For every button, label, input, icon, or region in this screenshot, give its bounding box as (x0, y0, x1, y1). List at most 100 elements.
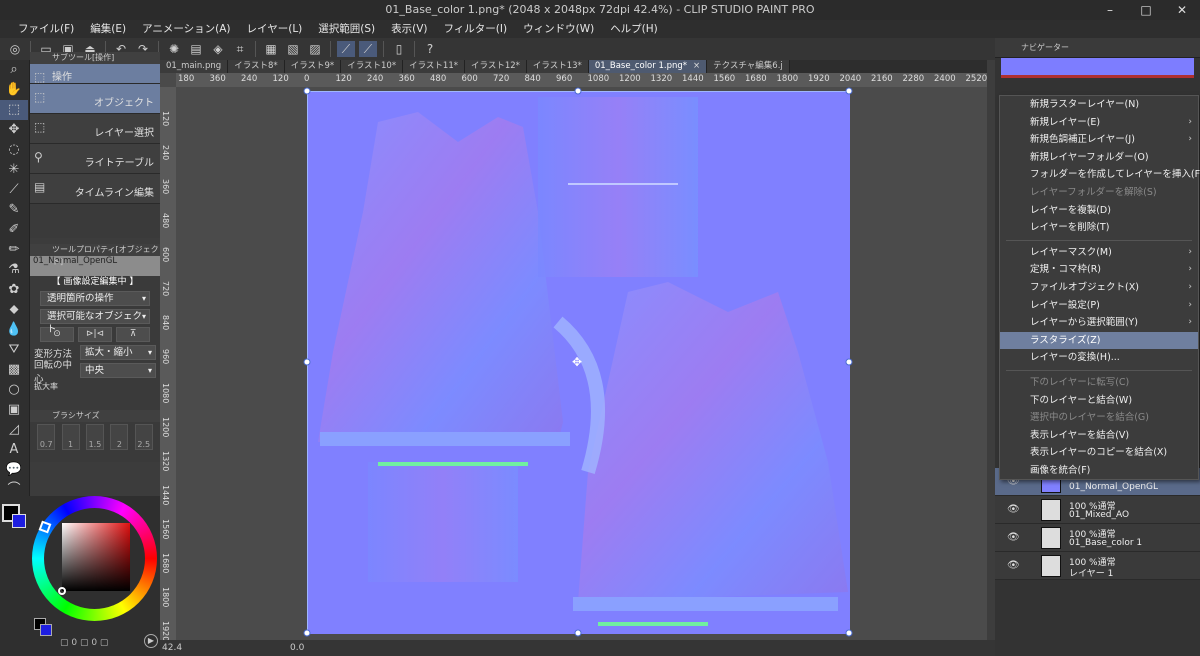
menu-filter[interactable]: フィルター(I) (436, 20, 516, 38)
context-menu-item[interactable]: 下のレイヤーと結合(W) (1000, 392, 1198, 410)
navigator-preview[interactable] (1001, 58, 1194, 78)
tab-close-icon[interactable]: × (693, 61, 700, 71)
menu-layer[interactable]: レイヤー(L) (239, 20, 311, 38)
transform-handle[interactable] (845, 87, 853, 95)
brush-size-preset[interactable]: 0.7 (37, 424, 56, 450)
tab-document[interactable]: イラスト12* (465, 60, 527, 73)
tab-document[interactable]: イラスト8* (228, 60, 285, 73)
eyedropper-tool-icon[interactable]: ⟋ (0, 180, 28, 200)
crop-icon[interactable]: ⌗ (231, 41, 249, 57)
rotate-reset-button[interactable]: ⊙ (40, 327, 74, 342)
context-menu-item[interactable]: レイヤーから選択範囲(Y) › (1000, 314, 1198, 332)
help-icon[interactable]: ? (421, 41, 439, 57)
canvas-viewport[interactable]: ✥ (176, 87, 995, 647)
context-menu-item[interactable]: 新規ラスターレイヤー(N) (1000, 96, 1198, 114)
tab-document[interactable]: テクスチャ編集6.j (707, 60, 790, 73)
maximize-button[interactable]: □ (1128, 0, 1164, 20)
eye-icon[interactable]: 👁 (1007, 532, 1020, 543)
invert-selection-icon[interactable]: ▨ (306, 41, 324, 57)
context-menu-item[interactable]: 表示レイヤーのコピーを結合(X) (1000, 444, 1198, 462)
layer-row[interactable]: 👁 100 %通常 レイヤー 1 (995, 552, 1200, 580)
saturation-value-square[interactable] (62, 523, 130, 591)
transparent-color-icon[interactable]: ▢ 0 ▢ 0 ▢ (60, 638, 108, 648)
brush-size-preset[interactable]: 1.5 (85, 424, 104, 450)
play-icon[interactable]: ▶ (144, 634, 158, 648)
zoom-tool-icon[interactable]: ⌕ (0, 60, 28, 80)
selection-tool-icon[interactable]: ◌ (0, 140, 28, 160)
eraser-tool-icon[interactable]: ⬥ (0, 300, 28, 320)
menu-window[interactable]: ウィンドウ(W) (515, 20, 602, 38)
clear-icon[interactable]: ✺ (165, 41, 183, 57)
balloon-tool-icon[interactable]: 💬 (0, 460, 28, 480)
zoom-level[interactable]: 42.4 (162, 640, 182, 656)
menu-animation[interactable]: アニメーション(A) (134, 20, 238, 38)
tab-document[interactable]: 01_main.png (160, 60, 229, 73)
pencil-tool-icon[interactable]: ✐ (0, 220, 28, 240)
transform-handle[interactable] (845, 358, 853, 366)
snap-ruler-icon[interactable]: ⟋ (337, 41, 355, 57)
fill-tool-icon[interactable]: ⛛ (0, 340, 28, 360)
frame-tool-icon[interactable]: ▣ (0, 400, 28, 420)
context-menu-item[interactable]: 新規色調補正レイヤー(J) › (1000, 131, 1198, 149)
pivot-dropdown[interactable]: 中央 (80, 363, 156, 378)
pen-tool-icon[interactable]: ✎ (0, 200, 28, 220)
transform-dropdown[interactable]: 拡大・縮小 (80, 345, 156, 360)
decoration-tool-icon[interactable]: ✿ (0, 280, 28, 300)
color-picker-marker[interactable] (58, 587, 66, 595)
brush-size-preset[interactable]: 2 (110, 424, 129, 450)
menu-file[interactable]: ファイル(F) (10, 20, 82, 38)
tab-document-active[interactable]: 01_Base_color 1.png* × (588, 60, 708, 73)
blend-tool-icon[interactable]: 💧 (0, 320, 28, 340)
context-menu-item[interactable]: 新規レイヤーフォルダー(O) (1000, 149, 1198, 167)
brush-tool-icon[interactable]: ✏ (0, 240, 28, 260)
hand-tool-icon[interactable]: ✋ (0, 80, 28, 100)
rotation-angle[interactable]: 0.0 (290, 640, 304, 656)
transform-handle[interactable] (574, 87, 582, 95)
subtool-light-table[interactable]: ⚲ ライトテーブル (30, 144, 160, 174)
auto-select-tool-icon[interactable]: ✳ (0, 160, 28, 180)
context-menu-item[interactable]: ラスタライズ(Z) (1000, 331, 1198, 350)
layer-row[interactable]: 👁 100 %通常 01_Mixed_AO (995, 496, 1200, 524)
context-menu-item[interactable]: 画像を統合(F) (1000, 462, 1198, 480)
ruler-tool-icon[interactable]: ◿ (0, 420, 28, 440)
gradient-tool-icon[interactable]: ▩ (0, 360, 28, 380)
clip-studio-icon[interactable]: ◎ (6, 41, 24, 57)
layer-row[interactable]: 👁 100 %通常 01_Base_color 1 (995, 524, 1200, 552)
context-menu-item[interactable]: レイヤーを複製(D) (1000, 202, 1198, 220)
transform-handle[interactable] (574, 629, 582, 637)
eye-icon[interactable]: 👁 (1007, 560, 1020, 571)
background-color-icon[interactable] (40, 624, 52, 636)
menu-edit[interactable]: 編集(E) (82, 20, 134, 38)
layer-name[interactable]: 01_Base_color 1 (1069, 538, 1142, 548)
airbrush-tool-icon[interactable]: ⚗ (0, 260, 28, 280)
transform-handle[interactable] (303, 629, 311, 637)
layer-name[interactable]: 01_Normal_OpenGL (1069, 482, 1158, 492)
minimize-button[interactable]: – (1092, 0, 1128, 20)
context-menu-item[interactable]: レイヤーを削除(T) (1000, 219, 1198, 237)
tab-document[interactable]: イラスト13* (526, 60, 589, 73)
layer-name[interactable]: 01_Mixed_AO (1069, 510, 1129, 520)
flip-vertical-button[interactable]: ⊼ (116, 327, 150, 342)
text-tool-icon[interactable]: A (0, 440, 28, 460)
context-menu-item[interactable]: フォルダーを作成してレイヤーを挿入(F) (1000, 166, 1200, 184)
canvas-vertical-scrollbar[interactable] (987, 60, 995, 640)
context-menu-item[interactable]: ファイルオブジェクト(X) › (1000, 279, 1198, 297)
transparent-op-dropdown[interactable]: 透明箇所の操作 (40, 291, 150, 306)
fill-icon[interactable]: ▤ (187, 41, 205, 57)
operation-tool-icon[interactable]: ⬚ (0, 100, 28, 120)
deselect-icon[interactable]: ▧ (284, 41, 302, 57)
context-menu-item[interactable]: 表示レイヤーを結合(V) (1000, 427, 1198, 445)
menu-selection[interactable]: 選択範囲(S) (310, 20, 383, 38)
layer-name[interactable]: レイヤー 1 (1069, 566, 1113, 579)
context-menu-item[interactable]: レイヤーの変換(H)... (1000, 349, 1198, 367)
close-button[interactable]: ✕ (1164, 0, 1200, 20)
subtool-object[interactable]: ⬚ オブジェクト (30, 84, 160, 114)
selectable-object-dropdown[interactable]: 選択可能なオブジェクト (40, 309, 150, 335)
context-menu-item[interactable]: レイヤーマスク(M) › (1000, 244, 1198, 262)
tab-document[interactable]: イラスト11* (403, 60, 465, 73)
subtool-layer-select[interactable]: ⬚ レイヤー選択 (30, 114, 160, 144)
transform-handle[interactable] (845, 629, 853, 637)
menu-view[interactable]: 表示(V) (383, 20, 435, 38)
subtool-operation[interactable]: ⬚ 操作 (30, 64, 160, 84)
tab-document[interactable]: イラスト9* (284, 60, 342, 73)
